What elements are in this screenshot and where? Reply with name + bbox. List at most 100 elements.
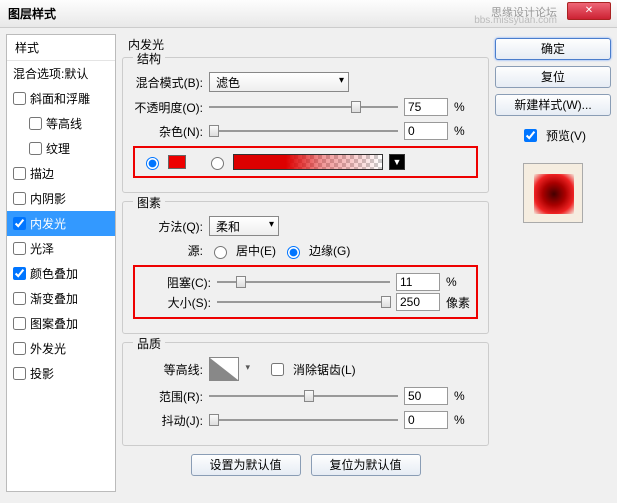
quality-group: 品质 等高线: 消除锯齿(L) 范围(R): % 抖动(J): % <box>122 342 489 446</box>
contour-label: 等高线: <box>133 361 203 378</box>
sidebar-item-texture[interactable]: 纹理 <box>7 136 115 161</box>
gradient-dropdown-icon[interactable]: ▼ <box>389 154 405 170</box>
jitter-slider[interactable] <box>209 412 398 428</box>
sidebar-label: 图案叠加 <box>30 315 78 332</box>
method-label: 方法(Q): <box>133 218 203 235</box>
contour-picker[interactable] <box>209 357 239 381</box>
ok-button[interactable]: 确定 <box>495 38 611 60</box>
reset-default-button[interactable]: 复位为默认值 <box>311 454 421 476</box>
antialias-label: 消除锯齿(L) <box>293 361 356 378</box>
sidebar-item-inner-shadow[interactable]: 内阴影 <box>7 186 115 211</box>
color-swatch[interactable] <box>168 155 186 169</box>
noise-label: 杂色(N): <box>133 123 203 140</box>
range-slider[interactable] <box>209 388 398 404</box>
opacity-unit: % <box>454 100 478 114</box>
range-label: 范围(R): <box>133 388 203 405</box>
opacity-label: 不透明度(O): <box>133 99 203 116</box>
sidebar-label: 描边 <box>30 165 54 182</box>
texture-checkbox[interactable] <box>29 142 42 155</box>
gradient-overlay-checkbox[interactable] <box>13 292 26 305</box>
sidebar-header: 样式 <box>7 35 115 61</box>
antialias-checkbox[interactable] <box>271 363 284 376</box>
choke-unit: % <box>446 275 470 289</box>
opacity-slider[interactable] <box>209 99 398 115</box>
sidebar-label: 斜面和浮雕 <box>30 90 90 107</box>
color-highlight-box: ▼ <box>133 146 478 178</box>
main-area: 样式 混合选项:默认 斜面和浮雕 等高线 纹理 描边 内阴影 内发光 光泽 颜色… <box>0 28 617 498</box>
sidebar-item-satin[interactable]: 光泽 <box>7 236 115 261</box>
blend-mode-label: 混合模式(B): <box>133 74 203 91</box>
sidebar-label: 颜色叠加 <box>30 265 78 282</box>
pattern-overlay-checkbox[interactable] <box>13 317 26 330</box>
drop-shadow-checkbox[interactable] <box>13 367 26 380</box>
elements-legend: 图素 <box>133 194 165 211</box>
source-label: 源: <box>133 242 203 259</box>
source-center-label: 居中(E) <box>236 242 276 259</box>
styles-sidebar: 样式 混合选项:默认 斜面和浮雕 等高线 纹理 描边 内阴影 内发光 光泽 颜色… <box>6 34 116 492</box>
sidebar-item-gradient-overlay[interactable]: 渐变叠加 <box>7 286 115 311</box>
sidebar-label: 外发光 <box>30 340 66 357</box>
gradient-preview[interactable] <box>233 154 383 170</box>
solid-color-radio[interactable] <box>146 157 159 170</box>
elements-group: 图素 方法(Q): 柔和 源: 居中(E) 边缘(G) 阻塞(C): % 大小(… <box>122 201 489 334</box>
sidebar-label: 内阴影 <box>30 190 66 207</box>
sidebar-label: 投影 <box>30 365 54 382</box>
sidebar-item-outer-glow[interactable]: 外发光 <box>7 336 115 361</box>
noise-slider[interactable] <box>209 123 398 139</box>
range-unit: % <box>454 389 478 403</box>
bevel-checkbox[interactable] <box>13 92 26 105</box>
method-select[interactable]: 柔和 <box>209 216 279 236</box>
stroke-checkbox[interactable] <box>13 167 26 180</box>
inner-shadow-checkbox[interactable] <box>13 192 26 205</box>
size-input[interactable] <box>396 293 440 311</box>
sidebar-item-stroke[interactable]: 描边 <box>7 161 115 186</box>
source-edge-label: 边缘(G) <box>309 242 350 259</box>
sidebar-label: 内发光 <box>30 215 66 232</box>
sidebar-item-contour[interactable]: 等高线 <box>7 111 115 136</box>
sidebar-label: 光泽 <box>30 240 54 257</box>
outer-glow-checkbox[interactable] <box>13 342 26 355</box>
source-edge-radio[interactable] <box>287 246 300 259</box>
satin-checkbox[interactable] <box>13 242 26 255</box>
sidebar-label: 纹理 <box>46 140 70 157</box>
size-slider[interactable] <box>217 294 390 310</box>
inner-glow-checkbox[interactable] <box>13 217 26 230</box>
sidebar-label: 等高线 <box>46 115 82 132</box>
sidebar-item-bevel[interactable]: 斜面和浮雕 <box>7 86 115 111</box>
size-unit: 像素 <box>446 294 470 311</box>
new-style-button[interactable]: 新建样式(W)... <box>495 94 611 116</box>
close-button[interactable]: ✕ <box>567 2 611 20</box>
sidebar-item-inner-glow[interactable]: 内发光 <box>7 211 115 236</box>
set-default-button[interactable]: 设置为默认值 <box>191 454 301 476</box>
sidebar-label: 渐变叠加 <box>30 290 78 307</box>
structure-legend: 结构 <box>133 50 165 67</box>
sidebar-label: 混合选项:默认 <box>13 65 88 82</box>
settings-panel: 内发光 结构 混合模式(B): 滤色 不透明度(O): % 杂色(N): % <box>122 34 489 492</box>
color-overlay-checkbox[interactable] <box>13 267 26 280</box>
watermark-url: bbs.missyuan.com <box>474 15 557 26</box>
defaults-buttons: 设置为默认值 复位为默认值 <box>122 454 489 476</box>
size-highlight-box: 阻塞(C): % 大小(S): 像素 <box>133 265 478 319</box>
preview-thumbnail <box>523 163 583 223</box>
cancel-button[interactable]: 复位 <box>495 66 611 88</box>
jitter-input[interactable] <box>404 411 448 429</box>
opacity-input[interactable] <box>404 98 448 116</box>
sidebar-item-color-overlay[interactable]: 颜色叠加 <box>7 261 115 286</box>
choke-label: 阻塞(C): <box>141 274 211 291</box>
choke-slider[interactable] <box>217 274 390 290</box>
jitter-label: 抖动(J): <box>133 412 203 429</box>
source-center-radio[interactable] <box>214 246 227 259</box>
sidebar-item-pattern-overlay[interactable]: 图案叠加 <box>7 311 115 336</box>
noise-input[interactable] <box>404 122 448 140</box>
gradient-radio[interactable] <box>211 157 224 170</box>
blend-mode-select[interactable]: 滤色 <box>209 72 349 92</box>
preview-label: 预览(V) <box>546 127 586 144</box>
range-input[interactable] <box>404 387 448 405</box>
contour-checkbox[interactable] <box>29 117 42 130</box>
jitter-unit: % <box>454 413 478 427</box>
sidebar-item-blend-options[interactable]: 混合选项:默认 <box>7 61 115 86</box>
blend-mode-value: 滤色 <box>216 76 240 90</box>
choke-input[interactable] <box>396 273 440 291</box>
preview-checkbox[interactable] <box>524 129 537 142</box>
sidebar-item-drop-shadow[interactable]: 投影 <box>7 361 115 386</box>
